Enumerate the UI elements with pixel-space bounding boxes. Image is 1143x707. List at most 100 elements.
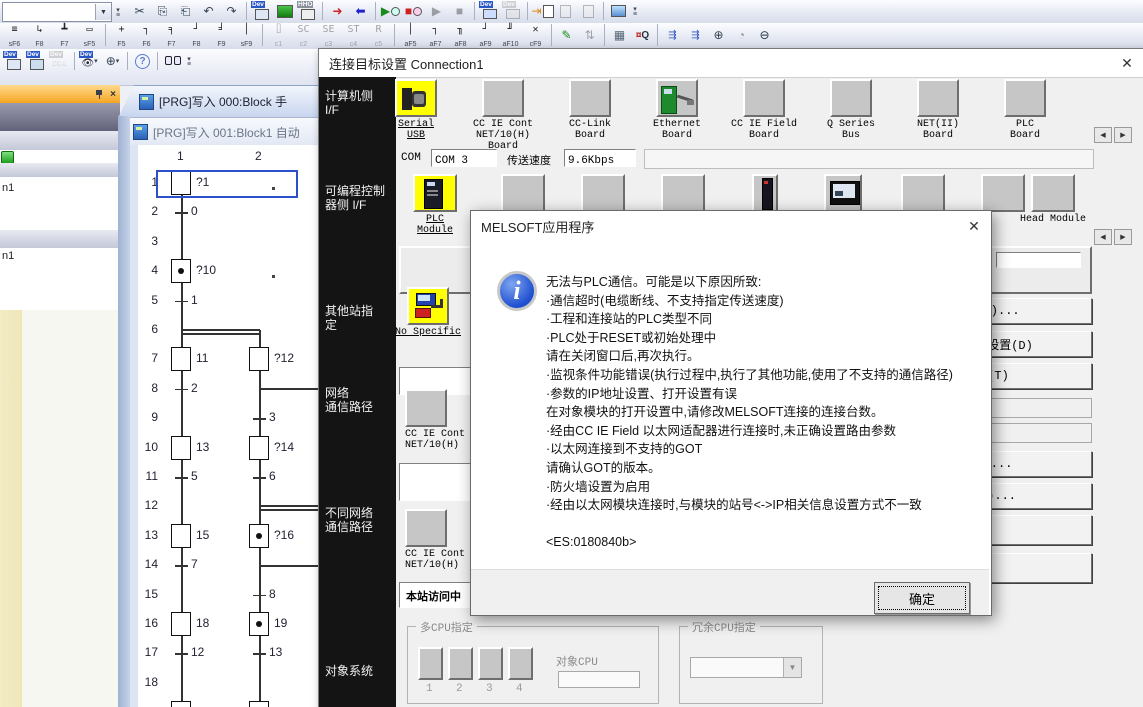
device-find-icon[interactable]: Dev [250, 1, 273, 21]
cpu-slot-2[interactable] [448, 647, 473, 680]
other-station-item[interactable]: No Specific [385, 287, 471, 338]
sfc-transition[interactable] [253, 595, 266, 597]
device-board-icon[interactable] [656, 79, 698, 117]
edit-pen-icon[interactable]: ✎ [555, 23, 578, 47]
chevron-down-icon[interactable]: ▼ [95, 4, 111, 20]
plcif-item-3[interactable] [640, 174, 726, 212]
device-ccl-icon[interactable]: DevCC-L [48, 51, 71, 71]
sfc-editor-canvas[interactable]: 12123456789101112131415161718?1?1011?121… [138, 145, 330, 707]
device-comment-icon[interactable]: Dev [2, 51, 25, 71]
sfc-tool-F8-icon[interactable]: ↳F8 [27, 23, 52, 49]
device-board-icon[interactable] [482, 79, 524, 117]
pcif-item-0[interactable]: Serial USB [373, 79, 459, 141]
plc-device-icon[interactable] [824, 174, 862, 212]
cut-icon[interactable]: ✂ [128, 1, 151, 21]
sfc-transition[interactable] [175, 212, 188, 214]
redundant-cpu-select[interactable]: ▼ [690, 657, 802, 678]
monitor-stop-icon[interactable]: ■ [402, 1, 425, 21]
sfc-tool-aF10-icon[interactable]: ╜aF10 [498, 23, 523, 49]
sfc-tool-aF5-icon[interactable]: │aF5 [398, 23, 423, 49]
different-network-route-icon[interactable] [405, 509, 447, 547]
paste-icon[interactable]: ⎗ [174, 1, 197, 21]
sfc-step[interactable] [249, 612, 269, 636]
plc-device-icon[interactable] [901, 174, 945, 212]
editor-window-001-titlebar[interactable]: [PRG]写入 001:Block1 自动 [128, 117, 332, 147]
editor-window-000-titlebar[interactable]: [PRG]写入 000:Block 手 [118, 85, 332, 118]
doc-icon-2[interactable] [577, 1, 600, 21]
close-icon[interactable]: ✕ [957, 212, 991, 241]
jump-icon[interactable]: ⇥ [531, 1, 554, 21]
sfc-tool-F6-icon[interactable]: ┐F6 [134, 23, 159, 49]
collapsed-window-bar[interactable] [0, 230, 120, 249]
error-dialog-titlebar[interactable]: MELSOFT应用程序 ✕ [471, 211, 991, 241]
device-display-icon[interactable]: Dev👁▾ [78, 51, 101, 71]
redo-icon[interactable]: ↷ [220, 1, 243, 21]
pcif-item-3[interactable]: Ethernet Board [634, 79, 720, 141]
cpu-slot-3[interactable] [478, 647, 503, 680]
device-memory-icon[interactable]: Dev [25, 51, 48, 71]
plcif-item-0[interactable]: PLC Module [392, 174, 478, 236]
collapsed-window-bar[interactable] [0, 103, 120, 131]
sfc-tool-c4-icon[interactable]: STc4 [341, 23, 366, 49]
close-icon[interactable]: ✕ [1110, 50, 1143, 77]
sfc-tool-c3-icon[interactable]: SEc3 [316, 23, 341, 49]
device-search-icon[interactable]: ⊕▾ [101, 51, 124, 71]
cpu-slot-4[interactable] [508, 647, 533, 680]
sfc-zoom-view-icon[interactable]: ⇶ [684, 23, 707, 47]
sort-icon[interactable]: ⇅ [578, 23, 601, 47]
plc-device-icon[interactable] [661, 174, 705, 212]
scroll-right-icon[interactable]: ▶ [1114, 229, 1132, 245]
zoom-out-icon[interactable]: ⊖ [753, 23, 776, 47]
sfc-step-partial[interactable] [171, 701, 191, 707]
device-board-icon[interactable] [743, 79, 785, 117]
sfc-step[interactable] [171, 259, 191, 283]
speed-field[interactable]: 9.6Kbps [564, 149, 636, 167]
plcif-item-6[interactable] [880, 174, 966, 212]
toolbar-overflow-icon[interactable]: ▾≡ [184, 51, 194, 71]
network-route-icon[interactable] [405, 389, 447, 427]
pcif-item-1[interactable]: CC IE Cont NET/10(H) Board [460, 79, 546, 152]
pin-icon[interactable] [92, 88, 106, 101]
toolbar-overflow-icon[interactable]: ▾≡ [113, 2, 123, 22]
sfc-step[interactable] [171, 436, 191, 460]
sfc-step[interactable] [249, 347, 269, 371]
device-board-icon[interactable] [917, 79, 959, 117]
plcif-item-1[interactable] [480, 174, 566, 212]
sfc-tool-aF9-icon[interactable]: ┘aF9 [473, 23, 498, 49]
sfc-transition[interactable] [175, 653, 188, 655]
plc-device-icon[interactable] [501, 174, 545, 212]
com-port-field[interactable]: COM 3 [431, 149, 497, 167]
target-cpu-field[interactable] [558, 671, 640, 688]
monitor-mode-icon[interactable]: ▶ [379, 1, 402, 21]
program-select-combo[interactable]: ▼ [2, 2, 112, 22]
sfc-tool-F5-icon[interactable]: +F5 [109, 23, 134, 49]
pcif-item-2[interactable]: CC-Link Board [547, 79, 633, 141]
station-detail-field[interactable] [996, 252, 1081, 268]
connection-dialog-titlebar[interactable]: 连接目标设置 Connection1 ✕ [319, 49, 1143, 78]
plc-device-icon[interactable] [581, 174, 625, 212]
copy-icon[interactable]: ⎘ [151, 1, 174, 21]
doc-icon-1[interactable] [554, 1, 577, 21]
sfc-tool-F8-icon[interactable]: ┘F8 [184, 23, 209, 49]
read-from-plc-icon[interactable]: ⬅ [349, 1, 372, 21]
scroll-left-icon[interactable]: ◀ [1094, 229, 1112, 245]
plcif-item-2[interactable] [560, 174, 646, 212]
sfc-transition[interactable] [175, 301, 188, 303]
monitor-start-icon[interactable] [273, 1, 296, 21]
pcif-item-4[interactable]: CC IE Field Board [721, 79, 807, 141]
device-register-icon[interactable]: Dev [501, 1, 524, 21]
sfc-step[interactable] [249, 524, 269, 548]
plcif-item-8[interactable]: Head Module [1010, 174, 1096, 225]
sfc-tool-c5-icon[interactable]: Rc5 [366, 23, 391, 49]
sfc-step[interactable] [171, 524, 191, 548]
sfc-transition[interactable] [253, 653, 266, 655]
sfc-tool-aF8-icon[interactable]: ╖aF8 [448, 23, 473, 49]
plc-module-icon[interactable] [413, 174, 457, 212]
collapsed-window-bar[interactable] [0, 131, 120, 151]
plc-device-icon[interactable] [752, 174, 778, 212]
sfc-transition[interactable] [253, 477, 266, 479]
sfc-tool-sF9-icon[interactable]: │sF9 [234, 23, 259, 49]
monitor-write-icon[interactable]: ▶ [425, 1, 448, 21]
sfc-tool-c2-icon[interactable]: SCc2 [291, 23, 316, 49]
nav-panel-header[interactable]: × [0, 85, 120, 104]
